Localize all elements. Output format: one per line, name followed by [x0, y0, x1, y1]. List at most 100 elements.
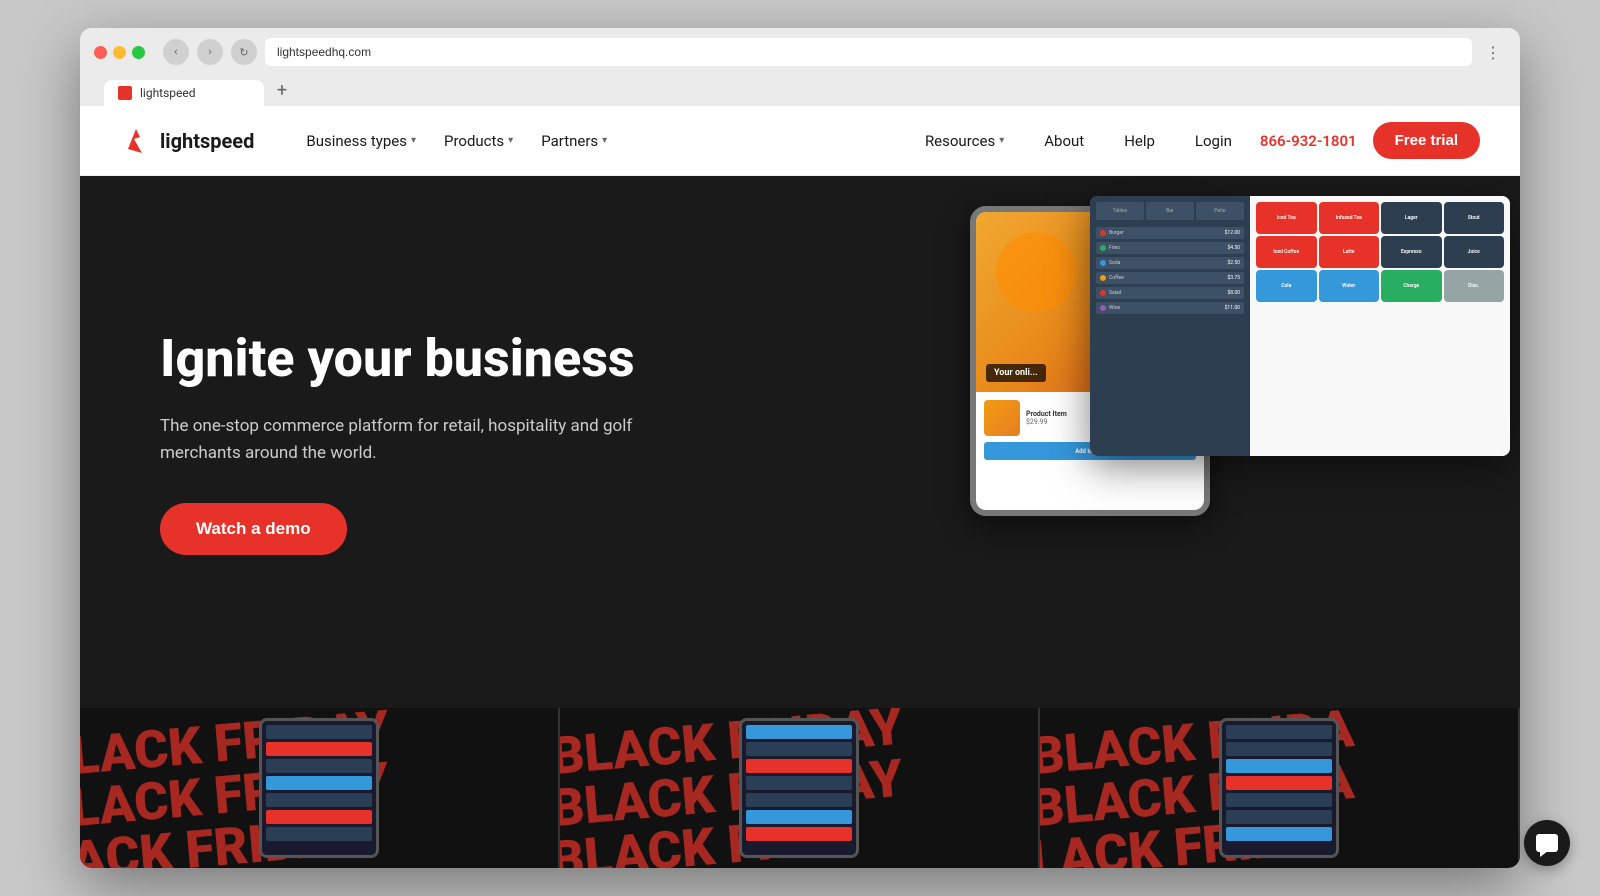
browser-chrome: ‹ › ↻ ⋮ lightspeed +	[80, 28, 1520, 106]
hero-title: Ignite your business	[160, 329, 760, 389]
pos-order-item: Coffee $3.75	[1096, 272, 1244, 284]
browser-window: ‹ › ↻ ⋮ lightspeed + lightspeed	[80, 28, 1520, 868]
pos-menu-grid: Iced Tea Infused Tea Lager Stout Iced Co…	[1250, 196, 1510, 456]
navbar: lightspeed Business types ▾ Products ▾ P…	[80, 106, 1520, 176]
pos-status-dot	[1100, 305, 1106, 311]
nav-item-label: Business types	[306, 132, 407, 150]
logo-text: lightspeed	[160, 129, 254, 153]
bf-card-2: BLACK FRIDAY BLACK FRIDAY BLACK FRID	[560, 708, 1040, 868]
nav-item-label: About	[1044, 132, 1084, 150]
new-tab-button[interactable]: +	[268, 76, 296, 104]
bf-screen-row	[746, 725, 852, 739]
logo-area[interactable]: lightspeed	[120, 125, 254, 157]
pos-menu-btn[interactable]: Stout	[1444, 202, 1505, 234]
browser-tab[interactable]: lightspeed	[104, 80, 264, 106]
reload-button[interactable]: ↻	[231, 39, 257, 65]
pos-item-name: Burger	[1109, 230, 1222, 236]
nav-item-label: Partners	[541, 132, 598, 150]
pos-menu-btn[interactable]: Juice	[1444, 236, 1505, 268]
pos-menu-btn[interactable]: Latte	[1319, 236, 1380, 268]
pos-menu-btn[interactable]: Espresso	[1381, 236, 1442, 268]
pos-item-name: Fries	[1109, 245, 1224, 251]
pos-item-price: $8.00	[1227, 290, 1240, 296]
minimize-button[interactable]	[113, 46, 126, 59]
bf-screen-row-blue	[266, 776, 372, 790]
bf-screen-row	[266, 759, 372, 773]
ipad-store-overlay: Your onli...	[986, 364, 1046, 382]
pos-item-name: Wine	[1109, 305, 1222, 311]
free-trial-button[interactable]: Free trial	[1373, 122, 1480, 159]
bf-tablet-3	[1219, 718, 1339, 858]
lightspeed-logo-icon	[120, 125, 152, 157]
bf-tablet-screen	[1222, 721, 1336, 855]
pos-status-dot	[1100, 245, 1106, 251]
watch-demo-button[interactable]: Watch a demo	[160, 503, 347, 555]
bf-screen-row	[746, 810, 852, 824]
chat-button[interactable]	[1524, 820, 1570, 866]
nav-item-products[interactable]: Products ▾	[432, 124, 525, 158]
pos-menu-btn[interactable]: Iced Tea	[1256, 202, 1317, 234]
nav-item-label: Help	[1124, 132, 1155, 150]
nav-right: Resources ▾ About Help Login 866-932-180…	[913, 122, 1480, 159]
pos-status-dot	[1100, 260, 1106, 266]
pos-menu-btn[interactable]: Water	[1319, 270, 1380, 302]
phone-number[interactable]: 866-932-1801	[1260, 132, 1357, 150]
bf-card-1: LACK FRIDAY LACK FRIDAY ACK FRIDA	[80, 708, 560, 868]
more-button[interactable]: ⋮	[1480, 39, 1506, 65]
pos-checkout-btn[interactable]: Charge	[1381, 270, 1442, 302]
nav-item-resources[interactable]: Resources ▾	[913, 124, 1016, 158]
bf-screen-row	[1226, 776, 1332, 790]
nav-item-partners[interactable]: Partners ▾	[529, 124, 619, 158]
pos-menu-btn[interactable]: Infused Tea	[1319, 202, 1380, 234]
nav-item-label: Login	[1195, 132, 1232, 150]
pos-order-item: Fries $4.50	[1096, 242, 1244, 254]
forward-button[interactable]: ›	[197, 39, 223, 65]
pos-order-item: Wine $11.00	[1096, 302, 1244, 314]
pos-item-price: $12.00	[1225, 230, 1240, 236]
bf-screen-row	[746, 742, 852, 756]
bf-screen-row	[1226, 742, 1332, 756]
website-content: lightspeed Business types ▾ Products ▾ P…	[80, 106, 1520, 868]
bf-screen-row	[746, 776, 852, 790]
nav-item-about[interactable]: About	[1032, 124, 1096, 158]
chevron-down-icon: ▾	[411, 135, 416, 146]
pos-item-name: Coffee	[1109, 275, 1224, 281]
pos-item-price: $3.75	[1227, 275, 1240, 281]
bf-tablet-screen	[742, 721, 856, 855]
nav-left: Business types ▾ Products ▾ Partners ▾	[294, 124, 913, 158]
pos-order-panel: Tables Bar Patio Burger $12.00 Fries	[1090, 196, 1250, 456]
bf-screen-row	[746, 759, 852, 773]
chat-icon	[1536, 834, 1558, 852]
pos-item-price: $4.50	[1227, 245, 1240, 251]
pos-item-name: Salad	[1109, 290, 1224, 296]
pos-order-item: Burger $12.00	[1096, 227, 1244, 239]
nav-item-help[interactable]: Help	[1112, 124, 1167, 158]
pos-order-item: Salad $8.00	[1096, 287, 1244, 299]
bf-screen-row	[266, 725, 372, 739]
pos-header-tab: Bar	[1146, 202, 1194, 220]
pos-item-price: $2.50	[1227, 260, 1240, 266]
bf-screen-row	[1226, 810, 1332, 824]
pos-discount-btn[interactable]: Disc.	[1444, 270, 1505, 302]
bf-screen-row	[1226, 725, 1332, 739]
address-bar[interactable]	[265, 38, 1472, 66]
back-button[interactable]: ‹	[163, 39, 189, 65]
nav-item-label: Resources	[925, 132, 995, 150]
pos-header-tab: Tables	[1096, 202, 1144, 220]
close-button[interactable]	[94, 46, 107, 59]
nav-item-business-types[interactable]: Business types ▾	[294, 124, 428, 158]
chevron-down-icon: ▾	[999, 135, 1004, 146]
pos-menu-btn[interactable]: Cola	[1256, 270, 1317, 302]
nav-item-login[interactable]: Login	[1183, 124, 1244, 158]
pos-menu-btn[interactable]: Lager	[1381, 202, 1442, 234]
pos-menu-btn[interactable]: Iced Coffee	[1256, 236, 1317, 268]
tab-bar: lightspeed +	[94, 76, 1506, 106]
black-friday-section: LACK FRIDAY LACK FRIDAY ACK FRIDA	[80, 708, 1520, 868]
bf-tablet-screen	[262, 721, 376, 855]
hero-images: Your onli... Product Item $29.99 Add to …	[840, 176, 1520, 708]
maximize-button[interactable]	[132, 46, 145, 59]
bf-screen-row	[1226, 827, 1332, 841]
pos-header-tab: Patio	[1196, 202, 1244, 220]
bf-screen-row-highlight	[266, 742, 372, 756]
hero-section: Ignite your business The one-stop commer…	[80, 176, 1520, 708]
